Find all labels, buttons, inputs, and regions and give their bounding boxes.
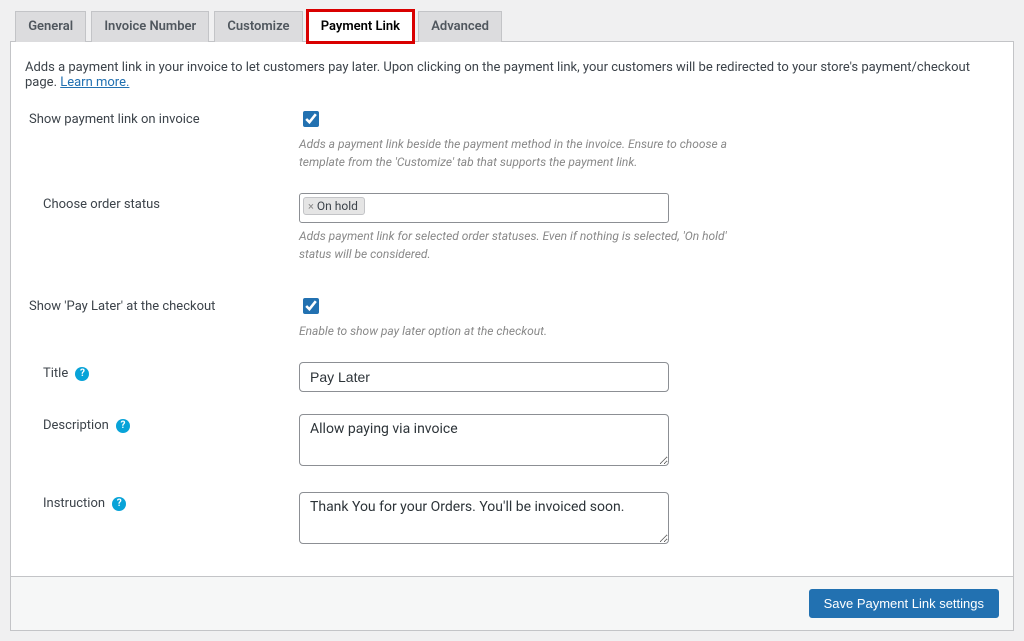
intro-body: Adds a payment link in your invoice to l… [25, 60, 970, 90]
help-icon[interactable]: ? [116, 419, 130, 433]
row-order-status: Choose order status × On hold Adds payme… [25, 193, 999, 263]
help-icon[interactable]: ? [75, 367, 89, 381]
instruction-textarea[interactable]: Thank You for your Orders. You'll be inv… [299, 492, 669, 544]
save-button[interactable]: Save Payment Link settings [809, 589, 999, 618]
label-title: Title [43, 366, 68, 381]
description-textarea[interactable]: Allow paying via invoice [299, 414, 669, 466]
settings-panel: Adds a payment link in your invoice to l… [10, 42, 1014, 577]
checkbox-show-pay-later[interactable] [303, 298, 319, 314]
order-status-select[interactable]: × On hold [299, 193, 669, 223]
checkbox-show-payment-link[interactable] [303, 111, 319, 127]
title-input[interactable] [299, 362, 669, 392]
label-description: Description [43, 418, 109, 433]
label-show-payment-link: Show payment link on invoice [29, 112, 200, 127]
footer-bar: Save Payment Link settings [10, 577, 1014, 631]
order-status-chip[interactable]: × On hold [303, 197, 365, 215]
help-show-payment-link: Adds a payment link beside the payment m… [299, 135, 729, 171]
intro-text: Adds a payment link in your invoice to l… [25, 60, 999, 90]
settings-tabs: General Invoice Number Customize Payment… [10, 10, 1014, 42]
tab-advanced[interactable]: Advanced [418, 11, 502, 42]
label-instruction: Instruction [43, 496, 105, 511]
help-show-pay-later: Enable to show pay later option at the c… [299, 322, 729, 340]
label-show-pay-later: Show 'Pay Later' at the checkout [29, 299, 215, 314]
tab-customize[interactable]: Customize [214, 11, 302, 42]
learn-more-link[interactable]: Learn more. [60, 75, 129, 90]
help-order-status: Adds payment link for selected order sta… [299, 227, 729, 263]
row-instruction: Instruction ? Thank You for your Orders.… [25, 492, 999, 548]
tab-invoice-number[interactable]: Invoice Number [91, 11, 209, 42]
order-status-chip-label: On hold [317, 199, 358, 213]
tab-payment-link[interactable]: Payment Link [308, 11, 413, 42]
row-show-pay-later: Show 'Pay Later' at the checkout Enable … [25, 295, 999, 340]
help-icon[interactable]: ? [112, 497, 126, 511]
label-order-status: Choose order status [43, 197, 160, 212]
tab-general[interactable]: General [15, 11, 86, 42]
row-title: Title ? [25, 362, 999, 392]
row-description: Description ? Allow paying via invoice [25, 414, 999, 470]
remove-chip-icon[interactable]: × [308, 200, 314, 213]
row-show-payment-link: Show payment link on invoice Adds a paym… [25, 108, 999, 171]
